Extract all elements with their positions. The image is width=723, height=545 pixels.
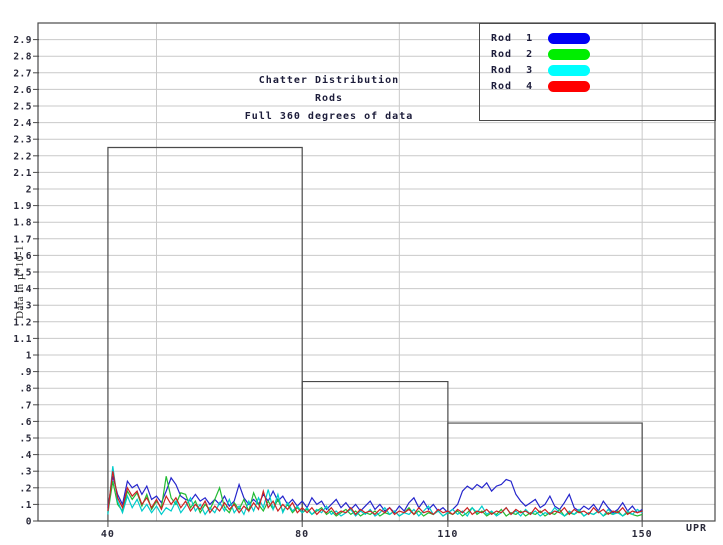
y-tick-label: .6 <box>20 417 32 428</box>
y-tick-label: 2 <box>26 185 32 196</box>
chart-subtitle: Rods <box>229 90 429 108</box>
y-tick-label: .2 <box>20 483 32 494</box>
y-tick-label: .5 <box>20 434 32 445</box>
y-tick-label: 1 <box>26 351 32 362</box>
y-tick-label: 2.1 <box>13 168 32 179</box>
chart-window: 0.1.2.3.4.5.6.7.8.911.11.21.31.41.51.61.… <box>0 0 723 545</box>
y-tick-label: .8 <box>20 384 32 395</box>
series-line-rod-4 <box>108 471 642 514</box>
chart-title: Chatter Distribution <box>229 72 429 90</box>
x-tick-label: 40 <box>101 529 115 540</box>
legend-item-rod-1: Rod 1 <box>480 30 715 46</box>
legend-label: Rod 1 <box>491 33 548 44</box>
legend-label: Rod 2 <box>491 49 548 60</box>
legend-item-rod-2: Rod 2 <box>480 46 715 62</box>
legend: Rod 1 Rod 2 Rod 3 Rod 4 <box>479 23 716 121</box>
y-tick-label: 2.8 <box>13 52 32 63</box>
chart-subtitle-2: Full 360 degrees of data <box>229 108 429 126</box>
y-tick-label: .3 <box>20 467 32 478</box>
y-tick-label: 1.8 <box>13 218 32 229</box>
chart-title-block: Chatter Distribution Rods Full 360 degre… <box>229 72 429 126</box>
x-tick-label: 150 <box>632 529 653 540</box>
x-axis-unit-label: UPR <box>686 523 707 534</box>
y-tick-label: 2.6 <box>13 85 32 96</box>
y-tick-label: 2.2 <box>13 151 32 162</box>
histogram-outline <box>108 148 642 522</box>
legend-item-rod-4: Rod 4 <box>480 78 715 94</box>
y-tick-label: 2.5 <box>13 102 32 113</box>
y-tick-label: 1.9 <box>13 201 32 212</box>
y-tick-label: 2.4 <box>13 118 32 129</box>
legend-label: Rod 4 <box>491 81 548 92</box>
legend-swatch-rod-1 <box>548 33 590 44</box>
y-tick-label: .7 <box>20 400 32 411</box>
y-tick-label: .9 <box>20 367 32 378</box>
y-tick-label: 0 <box>26 517 32 528</box>
histogram-step <box>302 382 448 521</box>
y-tick-label: 2.3 <box>13 135 32 146</box>
x-tick-label: 110 <box>437 529 458 540</box>
histogram-step <box>108 148 302 522</box>
legend-label: Rod 3 <box>491 65 548 76</box>
y-tick-label: 2.7 <box>13 68 32 79</box>
y-tick-label: 1.1 <box>13 334 32 345</box>
y-tick-label: .1 <box>20 500 32 511</box>
y-tick-label: .4 <box>20 450 32 461</box>
legend-swatch-rod-2 <box>548 49 590 60</box>
legend-item-rod-3: Rod 3 <box>480 62 715 78</box>
legend-swatch-rod-4 <box>548 81 590 92</box>
legend-swatch-rod-3 <box>548 65 590 76</box>
y-axis-label: Data in µ*10-1 <box>14 236 26 328</box>
y-tick-label: 2.9 <box>13 35 32 46</box>
x-tick-label: 80 <box>295 529 309 540</box>
